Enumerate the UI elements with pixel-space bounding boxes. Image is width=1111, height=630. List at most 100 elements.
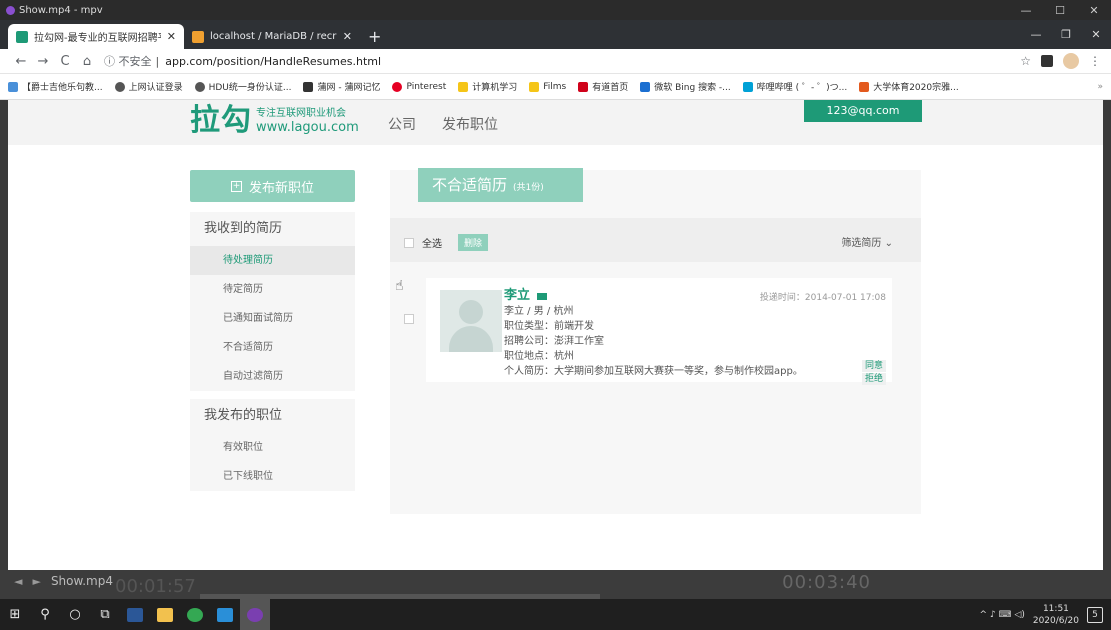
mpv-minimize-button[interactable]: —	[1009, 4, 1043, 17]
address-bar[interactable]: ⓘ 不安全 | app.com/position/HandleResumes.h…	[98, 51, 1020, 71]
tab-lagou[interactable]: 拉勾网-最专业的互联网招聘平台 ✕	[8, 24, 184, 49]
agree-button[interactable]: 同意	[861, 360, 886, 372]
mpv-maximize-button[interactable]: ☐	[1043, 4, 1077, 17]
sidebar-item-offline-jobs[interactable]: 已下线职位	[190, 462, 355, 491]
browser-restore-button[interactable]: ❐	[1051, 28, 1081, 41]
bookmark-item[interactable]: 微软 Bing 搜索 -...	[640, 80, 731, 93]
lagou-favicon-icon	[16, 30, 28, 43]
reject-button[interactable]: 拒绝	[861, 373, 886, 385]
profile-avatar[interactable]	[1063, 53, 1079, 69]
lagou-logo[interactable]: 拉勾 专注互联网职业机会 www.lagou.com	[190, 106, 359, 136]
mpv-app-icon	[6, 5, 15, 15]
sidebar-item-unsuitable[interactable]: 不合适简历	[190, 333, 355, 362]
url-text[interactable]: app.com/position/HandleResumes.html	[165, 55, 381, 68]
task-view-icon[interactable]: ⧉	[90, 599, 120, 630]
sidebar-item-undecided[interactable]: 待定简历	[190, 275, 355, 304]
cortana-icon[interactable]: ○	[60, 599, 90, 630]
filter-bar: 全选 删除 筛选简历 ⌄	[390, 218, 921, 262]
filter-resumes-dropdown[interactable]: 筛选简历 ⌄	[841, 234, 893, 249]
avatar-head-shape	[459, 300, 483, 324]
browser-window: 拉勾网-最专业的互联网招聘平台 ✕ localhost / MariaDB / …	[0, 20, 1111, 100]
mail-icon[interactable]	[537, 292, 548, 300]
tab-close-icon[interactable]: ✕	[167, 30, 176, 43]
sidebar-item-auto-filtered[interactable]: 自动过滤简历	[190, 362, 355, 391]
user-account-menu[interactable]: 123@qq.com	[804, 100, 922, 122]
posted-jobs-heading: 我发布的职位	[204, 408, 283, 423]
clock[interactable]: 11:51 2020/6/20	[1033, 603, 1079, 627]
mpv-close-button[interactable]: ✕	[1077, 4, 1111, 17]
bilibili-icon	[8, 81, 18, 92]
nav-company-link[interactable]: 公司	[388, 114, 416, 134]
avatar	[440, 290, 502, 352]
bookmark-item[interactable]: Pinterest	[392, 81, 446, 92]
vscode-app-icon[interactable]	[210, 599, 240, 630]
player-control-bar: ◄ ► Show.mp4 00:01:57 00:03:40	[0, 570, 1111, 599]
tab-strip: 拉勾网-最专业的互联网招聘平台 ✕ localhost / MariaDB / …	[0, 20, 1111, 49]
posted-jobs-menu: 我发布的职位 有效职位 已下线职位	[190, 399, 355, 491]
select-all-label[interactable]: 全选	[422, 235, 442, 250]
extension-icon[interactable]	[1041, 55, 1053, 67]
avatar-body-shape	[449, 326, 493, 352]
sidebar-item-pending[interactable]: 待处理简历	[190, 246, 355, 275]
back-arrow-icon[interactable]: ←	[10, 54, 32, 69]
bookmark-folder[interactable]: Films	[529, 81, 566, 92]
logo-slogan: 专注互联网职业机会	[256, 108, 346, 119]
web-page: 拉勾 专注互联网职业机会 www.lagou.com 公司 发布职位 123@q…	[8, 100, 1103, 570]
bookmark-item[interactable]: 哔哩哔哩 ( ゜- ゜)つ...	[742, 80, 847, 93]
sidebar-item-interview-notified[interactable]: 已通知面试简历	[190, 304, 355, 333]
panel-title-text: 不合适简历	[432, 176, 508, 194]
browser-minimize-button[interactable]: —	[1021, 28, 1051, 41]
select-all-checkbox[interactable]	[404, 237, 414, 248]
hand-cursor-icon: ☝	[395, 278, 404, 294]
resume-checkbox[interactable]	[404, 314, 414, 324]
new-tab-button[interactable]: +	[368, 24, 381, 49]
logo-main-text: 拉勾	[190, 103, 252, 138]
tab-close-icon[interactable]: ✕	[343, 30, 352, 43]
browser-close-button[interactable]: ✕	[1081, 28, 1111, 41]
bookmarks-overflow-icon[interactable]: »	[1097, 82, 1103, 92]
sidebar-item-active-jobs[interactable]: 有效职位	[190, 433, 355, 462]
delete-button[interactable]: 删除	[458, 234, 489, 251]
bookmark-item[interactable]: 大学体育2020宗雅...	[859, 80, 959, 93]
chrome-app-icon[interactable]	[180, 599, 210, 630]
received-resumes-menu: 我收到的简历 待处理简历 待定简历 已通知面试简历 不合适简历 自动过滤简历	[190, 212, 355, 391]
security-indicator[interactable]: ⓘ 不安全	[104, 53, 152, 69]
word-app-icon[interactable]	[120, 599, 150, 630]
bookmark-item[interactable]: 【爵士吉他乐句教...	[8, 80, 103, 93]
notification-icon[interactable]: 5	[1087, 606, 1103, 623]
bookmark-folder[interactable]: 计算机学习	[458, 80, 517, 93]
windows-start-icon[interactable]: ⊞	[0, 599, 30, 630]
clock-time: 11:51	[1042, 603, 1069, 614]
tab-phpmyadmin[interactable]: localhost / MariaDB / recruit / ✕	[184, 24, 360, 49]
mpv-app-icon[interactable]	[240, 599, 270, 630]
previous-file-icon[interactable]: ◄	[14, 575, 22, 588]
bookmark-item[interactable]: 上网认证登录	[114, 80, 183, 93]
windows-taskbar: ⊞ ⚲ ○ ⧉ ^ ♪ ⌨ ◁) 11:51 2020/6/20 5	[0, 599, 1111, 630]
bing-icon	[640, 81, 651, 92]
nav-post-job-link[interactable]: 发布职位	[442, 114, 498, 134]
system-tray: ^ ♪ ⌨ ◁) 11:51 2020/6/20 5	[980, 603, 1111, 627]
forward-arrow-icon[interactable]: →	[32, 54, 54, 69]
browser-menu-icon[interactable]: ⋮	[1089, 54, 1101, 68]
plus-icon: +	[230, 180, 242, 192]
select-all-control: 全选 删除	[404, 234, 489, 251]
candidate-name[interactable]: 李立	[504, 288, 530, 304]
file-explorer-icon[interactable]	[150, 599, 180, 630]
bookmark-item[interactable]: 蒲网 - 蒲网记忆	[303, 80, 380, 93]
mpv-window-controls: — ☐ ✕	[1009, 4, 1111, 17]
search-icon[interactable]: ⚲	[30, 599, 60, 630]
home-icon[interactable]: ⌂	[76, 54, 98, 69]
elapsed-time: 00:01:57	[115, 576, 196, 597]
bookmark-star-icon[interactable]: ☆	[1020, 54, 1031, 68]
received-resumes-heading: 我收到的简历	[204, 221, 283, 236]
resume-count: (共1份)	[513, 183, 544, 193]
clock-date: 2020/6/20	[1032, 615, 1079, 626]
bookmark-item[interactable]: 有道首页	[578, 80, 628, 93]
tab-title: localhost / MariaDB / recruit /	[210, 31, 337, 42]
reload-icon[interactable]: C	[54, 54, 76, 69]
post-new-job-button[interactable]: + 发布新职位	[190, 170, 355, 202]
tray-icons[interactable]: ^ ♪ ⌨ ◁)	[980, 610, 1025, 620]
pinterest-icon	[392, 81, 403, 92]
next-file-icon[interactable]: ►	[32, 575, 40, 588]
bookmark-item[interactable]: HDU统一身份认证...	[194, 80, 291, 93]
